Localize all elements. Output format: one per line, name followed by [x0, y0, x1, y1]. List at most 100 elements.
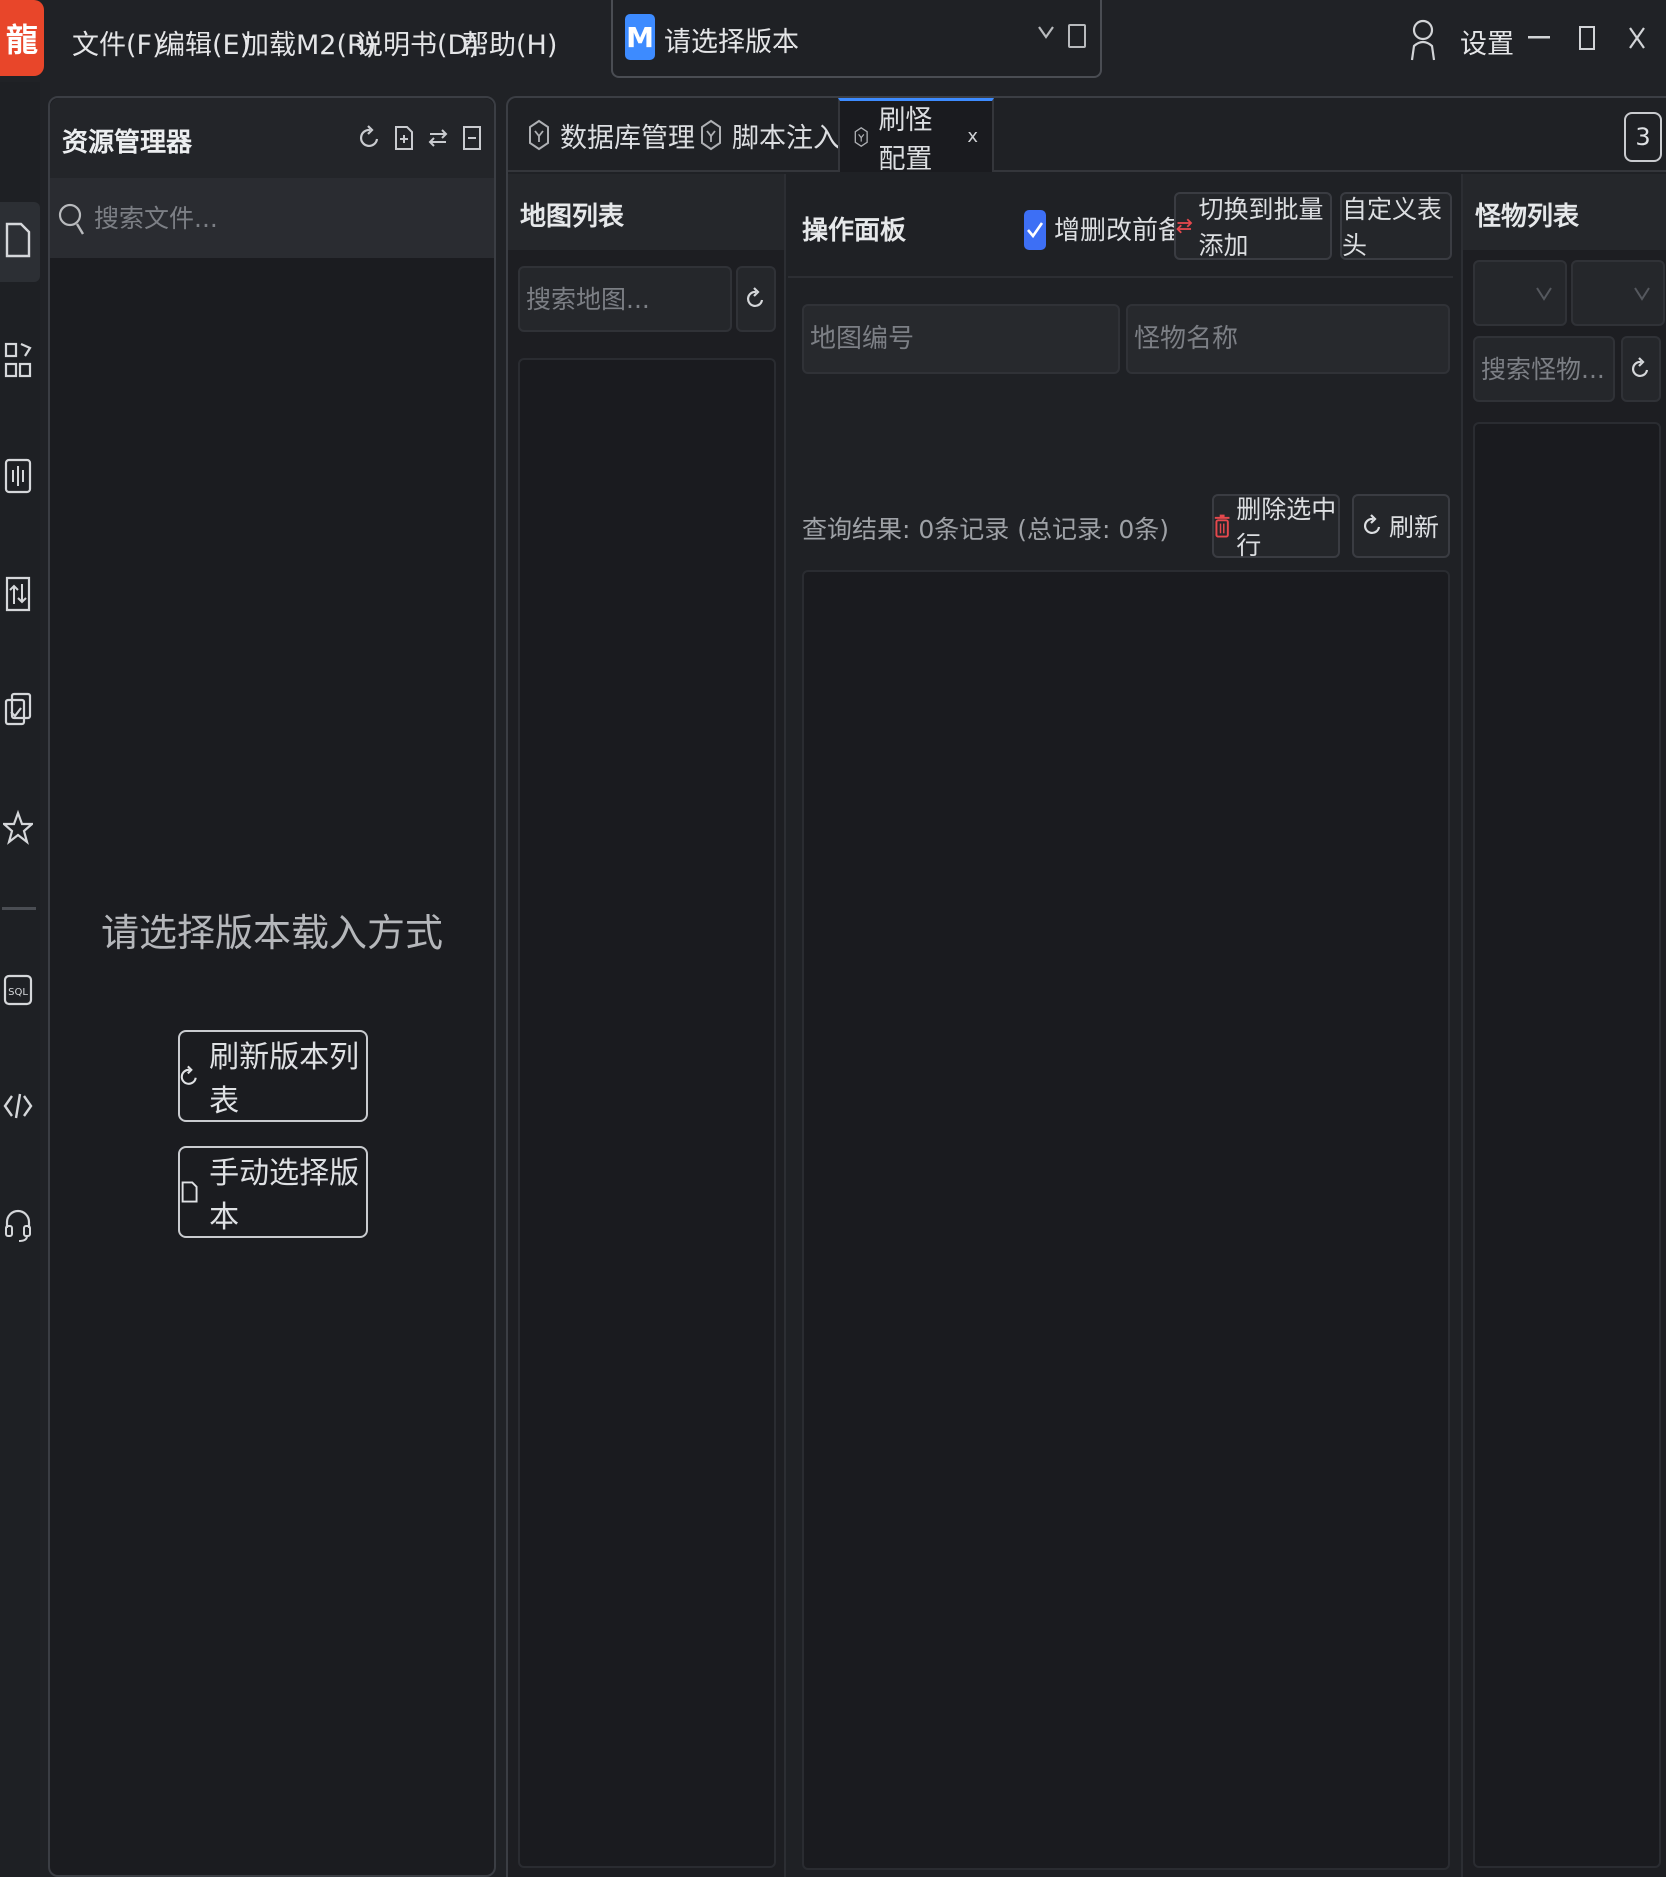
menu-file[interactable]: 文件(F): [72, 22, 163, 62]
operation-panel-title: 操作面板: [802, 216, 907, 246]
explorer-panel: 资源管理器 请选择版本载入方式 刷新版本列表 手动选择版本: [48, 96, 496, 1877]
file-icon[interactable]: [1068, 24, 1086, 48]
monster-refresh-button[interactable]: [1621, 336, 1661, 402]
menu-help[interactable]: 帮助(H): [462, 22, 557, 62]
chevron-down-icon: [1634, 287, 1650, 301]
map-search-box: [518, 266, 732, 332]
trash-icon: [1214, 514, 1230, 538]
refresh-icon: [1632, 357, 1649, 377]
tab-script-injection[interactable]: 脚本注入: [686, 98, 854, 172]
search-input[interactable]: [94, 198, 474, 238]
tab-count-badge[interactable]: 3: [1624, 112, 1662, 162]
activity-bar: SQL: [0, 82, 40, 1877]
new-file-icon[interactable]: [390, 120, 418, 156]
map-id-field: [802, 304, 1120, 374]
grid-icon[interactable]: [0, 332, 36, 388]
refresh-button[interactable]: 刷新: [1352, 494, 1450, 558]
app-logo: 龍: [0, 0, 44, 76]
switch-batch-add-button[interactable]: 切换到批量添加: [1174, 192, 1332, 260]
menu-edit[interactable]: 编辑(E): [158, 22, 250, 62]
backup-checkbox[interactable]: [1024, 210, 1046, 250]
monster-search-input[interactable]: [1475, 338, 1613, 400]
refresh-icon[interactable]: [356, 120, 384, 156]
headset-icon[interactable]: [0, 1196, 36, 1252]
manual-select-version-button[interactable]: 手动选择版本: [178, 1146, 368, 1238]
main-panel: 数据库管理 脚本注入 刷怪配置 x 3 地图列表 操作面板: [506, 96, 1666, 1877]
tab-label: 数据库管理: [560, 122, 695, 154]
operation-panel: 操作面板 增删改前备份 切换到批量添加 自定义表头 查询结果: 0条记录 (总记…: [788, 174, 1453, 1877]
refresh-versions-label: 刷新版本列表: [209, 1040, 360, 1119]
refresh-icon: [747, 287, 764, 307]
map-list-header: 地图列表: [508, 174, 784, 250]
chevron-down-icon: [1536, 287, 1552, 301]
switch-batch-add-label: 切换到批量添加: [1198, 195, 1324, 260]
explorer-header: 资源管理器: [50, 98, 494, 178]
monster-filter-select-1[interactable]: [1473, 260, 1567, 326]
activity-separator: [2, 907, 36, 910]
map-id-input[interactable]: [804, 306, 1118, 372]
map-list-area[interactable]: [518, 358, 776, 1868]
version-badge: M: [625, 14, 655, 60]
operation-panel-header: 操作面板 增删改前备份 切换到批量添加 自定义表头: [788, 174, 1453, 278]
delete-selected-rows-button[interactable]: 删除选中行: [1212, 494, 1340, 560]
delete-selected-rows-label: 删除选中行: [1236, 495, 1337, 560]
copy-check-icon[interactable]: [0, 682, 36, 738]
collapse-icon[interactable]: [458, 120, 486, 156]
chevron-down-icon[interactable]: [1037, 18, 1055, 52]
hexagon-icon: [854, 126, 868, 147]
tab-label: 刷怪配置: [878, 104, 933, 175]
title-bar: 龍 文件(F) 编辑(E) 加载M2(R) 说明书(D) 帮助(H) M 请选择…: [0, 0, 1666, 82]
code-icon[interactable]: [0, 1078, 36, 1134]
explorer-search: [50, 178, 494, 258]
star-icon[interactable]: [0, 800, 36, 856]
tab-database-management[interactable]: 数据库管理: [514, 98, 709, 172]
tab-bar: 数据库管理 脚本注入 刷怪配置 x 3: [508, 98, 1666, 175]
tab-label: 脚本注入: [732, 122, 840, 154]
hexagon-icon: [701, 119, 721, 151]
menu-manual[interactable]: 说明书(D): [356, 22, 479, 62]
monster-search-box: [1473, 336, 1615, 402]
monster-list-panel: 怪物列表: [1461, 174, 1666, 1877]
close-button[interactable]: [1620, 18, 1654, 58]
file-icon: [181, 1181, 198, 1203]
sort-icon[interactable]: [0, 566, 36, 622]
map-search-input[interactable]: [520, 268, 730, 330]
tab-monster-spawn-config[interactable]: 刷怪配置 x: [838, 98, 994, 175]
refresh-versions-button[interactable]: 刷新版本列表: [178, 1030, 368, 1122]
hexagon-icon: [529, 119, 549, 151]
version-select[interactable]: M 请选择版本: [611, 0, 1102, 78]
swap-icon: [1176, 218, 1193, 234]
monster-list-header: 怪物列表: [1463, 174, 1666, 250]
maximize-button[interactable]: [1570, 18, 1604, 58]
monster-list-area[interactable]: [1473, 422, 1661, 1868]
refresh-icon: [180, 1065, 197, 1085]
tab-close-button[interactable]: x: [967, 126, 978, 147]
settings-button[interactable]: 设置: [1460, 22, 1514, 61]
refresh-icon: [1364, 514, 1381, 534]
explorer-title: 资源管理器: [62, 128, 193, 158]
svg-text:SQL: SQL: [8, 987, 28, 998]
monster-filter-select-2[interactable]: [1571, 260, 1665, 326]
refresh-label: 刷新: [1388, 513, 1439, 542]
manual-select-version-label: 手动选择版本: [209, 1156, 360, 1235]
version-select-value: 请选择版本: [664, 27, 799, 58]
map-refresh-button[interactable]: [736, 266, 776, 332]
explorer-icon[interactable]: [0, 212, 36, 268]
sql-icon[interactable]: SQL: [0, 962, 36, 1018]
map-list-panel: 地图列表: [508, 174, 786, 1877]
monster-list-title: 怪物列表: [1475, 202, 1580, 232]
custom-header-label: 自定义表头: [1342, 195, 1443, 260]
user-icon[interactable]: [1410, 18, 1436, 62]
minimize-button[interactable]: [1522, 18, 1556, 58]
query-result-text: 查询结果: 0条记录 (总记录: 0条): [802, 515, 1170, 544]
check-icon: [1027, 222, 1044, 239]
monster-name-field: [1126, 304, 1450, 374]
swap-icon[interactable]: [424, 120, 452, 156]
map-list-title: 地图列表: [520, 202, 625, 232]
custom-header-button[interactable]: 自定义表头: [1340, 192, 1452, 260]
results-table-area[interactable]: [802, 570, 1450, 1870]
empty-state-message: 请选择版本载入方式: [100, 911, 443, 955]
audio-wave-icon[interactable]: [0, 448, 36, 504]
monster-name-input[interactable]: [1128, 306, 1448, 372]
search-icon: [58, 200, 86, 245]
